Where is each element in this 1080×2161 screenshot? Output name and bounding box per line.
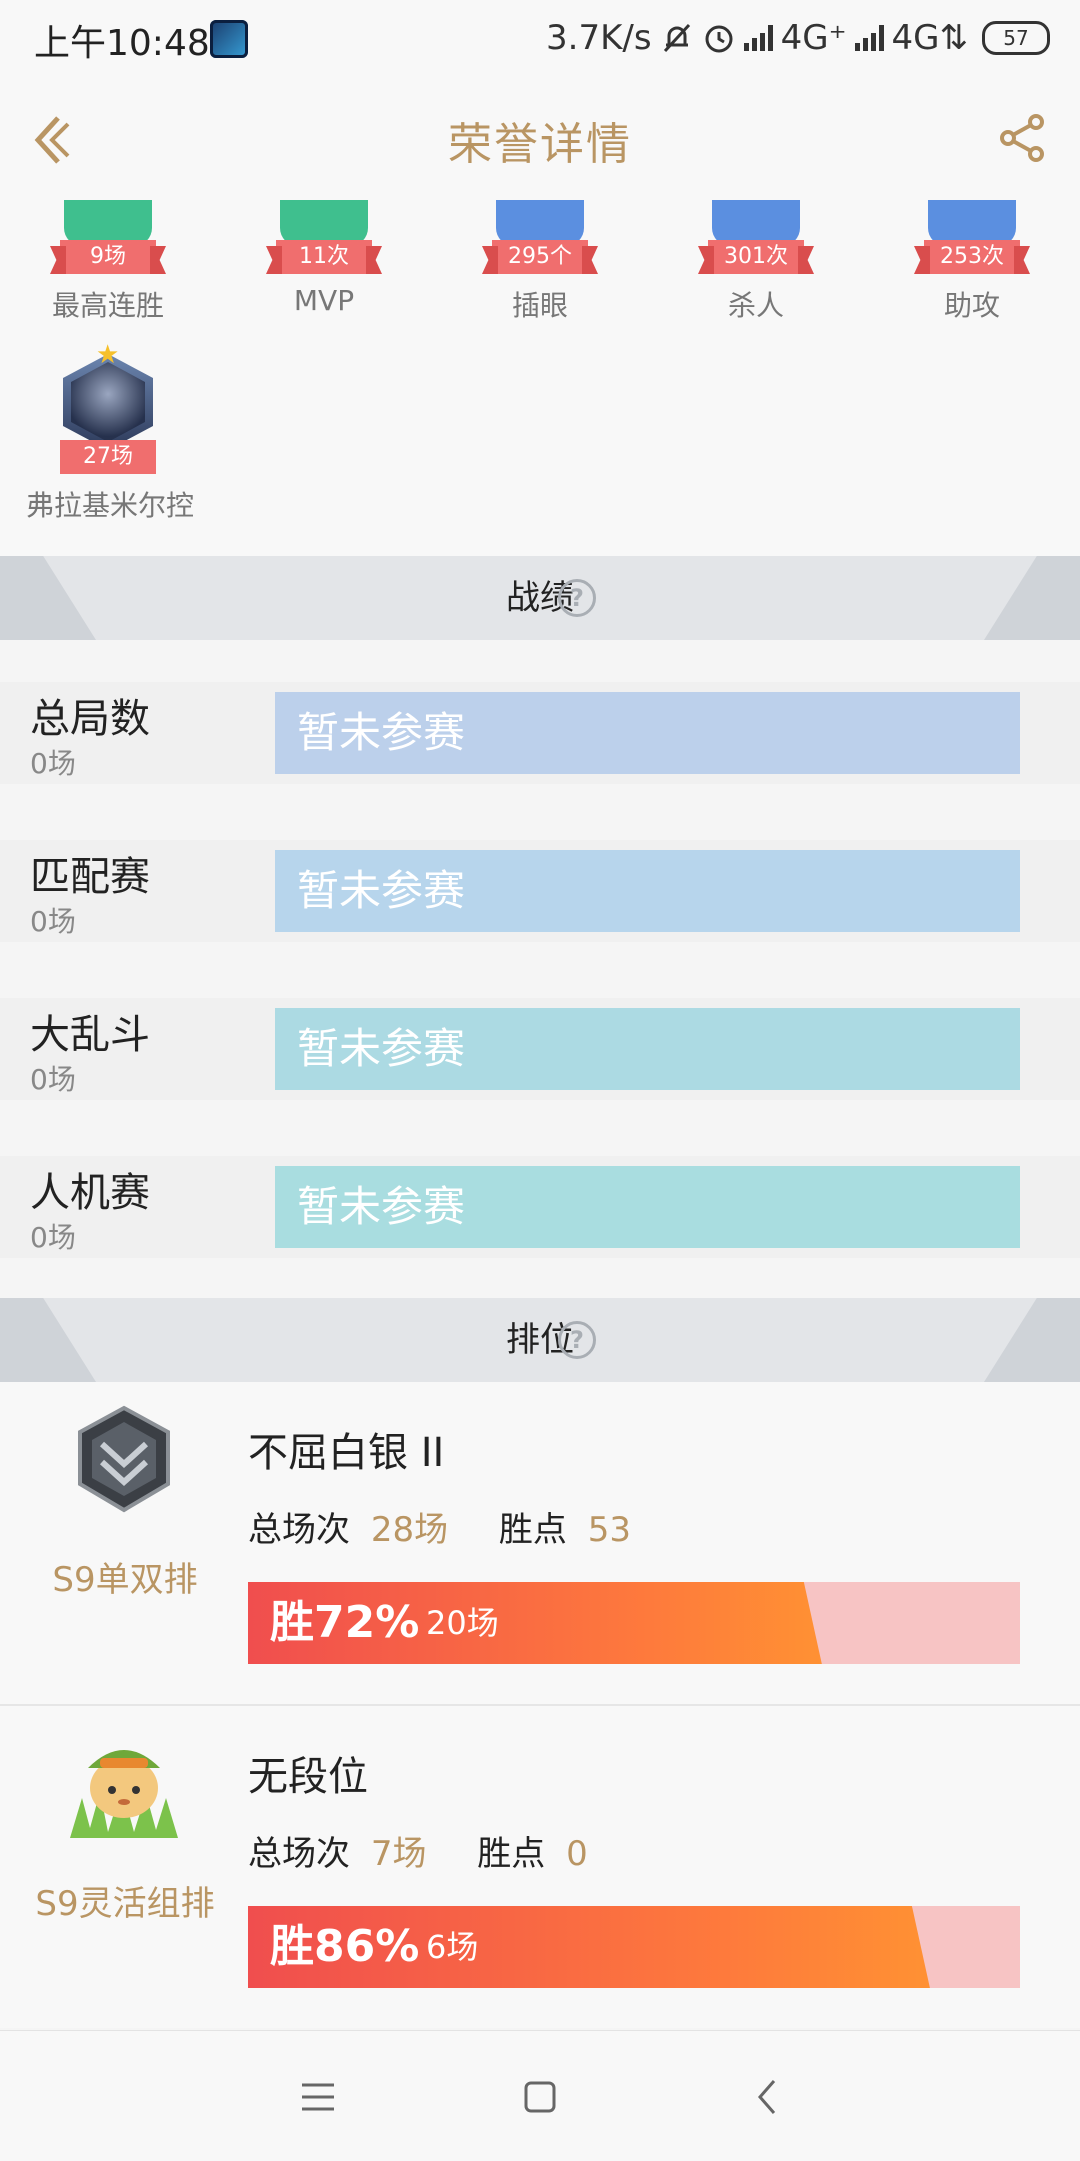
win-rate-bar: 胜72% 20场 [248,1582,1020,1664]
record-bar: 暂未参赛 [275,1008,1020,1090]
section-title: 战绩 [506,578,574,618]
record-name: 总局数 [30,696,150,742]
points-value: 53 [587,1510,631,1550]
page-title: 荣誉详情 [448,119,632,170]
record-bar: 暂未参赛 [275,692,1020,774]
badge-mvp[interactable]: 11次 MVP [234,200,414,330]
silver-rank-emblem-icon [78,1405,170,1513]
badge-label: 插眼 [511,289,568,322]
network-speed: 3.7K/s [546,18,652,58]
app-notification-icon [210,20,248,58]
record-bar: 暂未参赛 [275,850,1020,932]
record-bar: 暂未参赛 [275,1166,1020,1248]
battery-icon: 57 [982,21,1050,55]
win-rate-bar: 胜86% 6场 [248,1906,1020,1988]
badge-value: 9场 [60,240,156,274]
status-bar: 上午10:48 3.7K/s 4G⁺ 4G⇅ 57 [0,0,1080,78]
rank-stats: 总场次 28场 胜点 53 [248,1502,631,1551]
badge-value: 253次 [924,240,1020,274]
system-nav-bar [0,2030,1080,2161]
section-header-rank: 排位 ? [0,1298,1080,1382]
badge-champion[interactable]: ★ 27场 弗拉基米尔控 [18,340,198,540]
record-row-normal[interactable]: 匹配赛 0场 暂未参赛 [0,840,1080,942]
signal-icon-2 [854,25,884,51]
signal-icon [743,25,773,51]
points-label: 胜点 [498,1510,567,1550]
record-count: 0场 [30,1063,76,1096]
badge-value: 301次 [708,240,804,274]
section-header-record: 战绩 ? [0,556,1080,640]
record-name: 匹配赛 [30,854,150,900]
record-name: 人机赛 [30,1170,150,1216]
home-square-icon[interactable] [512,2069,568,2125]
mute-bell-icon [663,23,690,53]
win-rate-text: 胜72% [270,1597,420,1648]
menu-icon[interactable] [290,2069,346,2125]
share-icon[interactable] [992,108,1052,168]
record-count: 0场 [30,905,76,938]
question-circle-icon[interactable]: ? [558,579,596,617]
badge-wards[interactable]: 295个 插眼 [450,200,630,330]
record-status: 暂未参赛 [297,708,466,757]
record-row-bots[interactable]: 人机赛 0场 暂未参赛 [0,1156,1080,1258]
wins-count: 20场 [426,1604,499,1642]
rank-queue-name: S9灵活组排 [35,1884,215,1924]
section-title: 排位 [506,1320,574,1360]
honor-badges: 9场 最高连胜 11次 MVP 295个 插眼 301次 杀人 253次 助攻 … [0,200,1080,556]
badge-assists[interactable]: 253次 助攻 [882,200,1062,330]
status-time: 上午10:48 [34,23,210,64]
record-row-aram[interactable]: 大乱斗 0场 暂未参赛 [0,998,1080,1100]
record-count: 0场 [30,747,76,780]
rank-tier: 无段位 [248,1754,368,1800]
rank-card-flex[interactable]: S9灵活组排 无段位 总场次 7场 胜点 0 胜86% 6场 [0,1706,1080,2028]
win-rate-text: 胜86% [270,1921,420,1972]
record-name: 大乱斗 [30,1012,150,1058]
games-value: 7场 [370,1834,427,1874]
star-icon: ★ [96,340,120,370]
rank-card-solo[interactable]: S9单双排 不屈白银 II 总场次 28场 胜点 53 胜72% 20场 [0,1382,1080,1704]
points-label: 胜点 [477,1834,546,1874]
network-type-2: 4G⇅ [891,18,968,58]
record-count: 0场 [30,1221,76,1254]
record-status: 暂未参赛 [297,866,466,915]
badge-kills[interactable]: 301次 杀人 [666,200,846,330]
badge-label: 助攻 [943,289,1000,322]
games-value: 28场 [370,1510,449,1550]
badge-label: MVP [293,284,355,317]
badge-value: 11次 [276,240,372,274]
points-value: 0 [566,1834,588,1874]
badge-value: 27场 [60,440,156,474]
app-header: 荣誉详情 [0,78,1080,201]
status-indicators: 3.7K/s 4G⁺ 4G⇅ 57 [546,14,1050,62]
badge-label: 杀人 [727,289,784,322]
games-label: 总场次 [248,1834,350,1874]
rank-tier: 不屈白银 II [248,1430,445,1476]
badge-label: 弗拉基米尔控 [25,489,194,522]
network-type-1: 4G⁺ [780,18,847,58]
badge-value: 295个 [492,240,588,274]
record-status: 暂未参赛 [297,1182,466,1231]
wins-count: 6场 [426,1928,479,1966]
rank-stats: 总场次 7场 胜点 0 [248,1826,588,1875]
rank-queue-name: S9单双排 [52,1560,198,1600]
nav-back-icon[interactable] [740,2069,796,2125]
alarm-clock-icon [705,25,733,53]
games-label: 总场次 [248,1510,350,1550]
unranked-teemo-icon [70,1750,178,1838]
record-status: 暂未参赛 [297,1024,466,1073]
question-circle-icon[interactable]: ? [558,1321,596,1359]
badge-label: 最高连胜 [51,289,164,322]
badge-win-streak[interactable]: 9场 最高连胜 [18,200,198,330]
record-row-total[interactable]: 总局数 0场 暂未参赛 [0,682,1080,784]
